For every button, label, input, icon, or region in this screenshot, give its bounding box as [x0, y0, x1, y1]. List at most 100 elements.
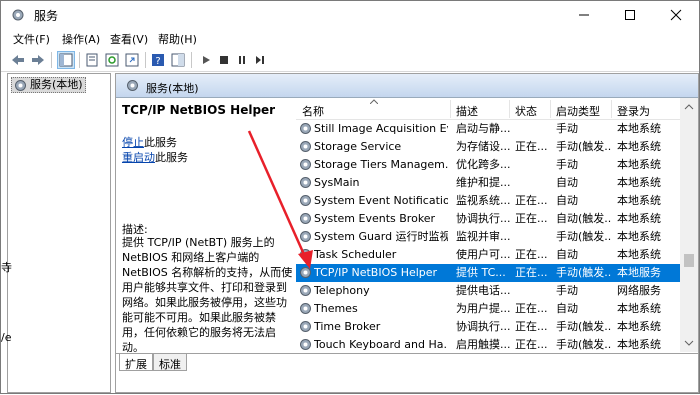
restart-service-link[interactable]: 重启动	[122, 151, 155, 164]
cell-status: 正在...	[515, 194, 548, 207]
tree-item-services-local[interactable]: 服务(本地)	[11, 77, 86, 93]
cell-name: Still Image Acquisition Ev...	[314, 122, 448, 135]
services-gear-icon	[127, 80, 138, 91]
table-row[interactable]: System Guard 运行时监视... 监视并审... 手动(触发... 本地系统	[296, 228, 680, 246]
table-row[interactable]: Telephony 提供电话... 手动 网络服务	[296, 282, 680, 300]
selected-service-name: TCP/IP NetBIOS Helper	[122, 103, 276, 117]
properties-button[interactable]	[83, 51, 101, 69]
menu-help[interactable]: 帮助(H)	[158, 31, 197, 47]
column-header-status[interactable]: 状态	[515, 103, 537, 119]
export-list-button[interactable]	[123, 51, 141, 69]
column-header-log-on-as[interactable]: 登录为	[617, 103, 650, 119]
cell-desc: 优化跨多...	[456, 158, 510, 171]
tab-standard[interactable]: 标准	[153, 354, 187, 371]
minimize-button[interactable]	[561, 1, 607, 29]
column-header-startup-type[interactable]: 启动类型	[556, 103, 600, 119]
cell-startup: 自动	[556, 176, 578, 189]
offscreen-text-fragment-2: /e	[1, 331, 12, 344]
menu-action[interactable]: 操作(A)	[62, 31, 100, 47]
forward-button[interactable]	[29, 51, 47, 69]
vertical-scrollbar[interactable]	[680, 98, 698, 352]
cell-name: Themes	[314, 302, 358, 315]
cell-startup: 手动	[556, 158, 578, 171]
restart-service-button[interactable]	[251, 51, 269, 69]
cell-startup: 自动	[556, 302, 578, 315]
refresh-button[interactable]	[103, 51, 121, 69]
help-icon: ?	[152, 54, 164, 67]
forward-arrow-icon	[32, 55, 44, 65]
cell-logon: 本地系统	[617, 212, 661, 225]
cell-name: System Event Notification...	[314, 194, 448, 207]
cell-logon: 本地系统	[617, 320, 661, 333]
console-tree: 服务(本地)	[7, 73, 111, 393]
mmc-view-button[interactable]	[169, 51, 187, 69]
table-row[interactable]: Still Image Acquisition Ev... 启动与静... 手动 本地…	[296, 120, 680, 138]
service-gear-icon	[300, 231, 311, 242]
cell-desc: 启动与静...	[456, 122, 510, 135]
maximize-icon	[625, 10, 635, 20]
cell-logon: 网络服务	[617, 284, 661, 297]
table-row[interactable]: Touch Keyboard and Ha... 启用触摸... 正在... 手动(触…	[296, 336, 680, 352]
cell-startup: 自动(触发...	[556, 212, 612, 225]
tab-extended[interactable]: 扩展	[119, 354, 153, 371]
stop-service-link[interactable]: 停止	[122, 136, 144, 149]
offscreen-text-fragment: 寺	[1, 261, 12, 274]
back-button[interactable]	[9, 51, 27, 69]
menu-view[interactable]: 查看(V)	[110, 31, 148, 47]
cell-desc: 为存储设...	[456, 140, 510, 153]
column-header-name[interactable]: 名称	[302, 103, 324, 119]
cell-status: 正在...	[515, 140, 548, 153]
cell-logon: 本地系统	[617, 176, 661, 189]
table-row[interactable]: Task Scheduler 使用户可... 正在... 自动 本地系统	[296, 246, 680, 264]
scroll-down-icon[interactable]	[684, 340, 694, 346]
show-hide-console-tree-button[interactable]	[57, 51, 75, 69]
cell-startup: 手动	[556, 122, 578, 135]
cell-name: System Guard 运行时监视...	[314, 230, 448, 243]
restart-icon	[256, 56, 264, 64]
table-row[interactable]: Time Broker 协调执行... 正在... 手动(触发... 本地系统	[296, 318, 680, 336]
cell-name: Touch Keyboard and Ha...	[314, 338, 448, 351]
menu-file[interactable]: 文件(F)	[13, 31, 50, 47]
service-gear-icon	[300, 303, 311, 314]
help-button[interactable]: ?	[149, 51, 167, 69]
cell-desc: 启用触摸...	[456, 338, 510, 351]
table-row[interactable]: System Event Notification... 监视系统... 正在...…	[296, 192, 680, 210]
svg-text:?: ?	[155, 56, 160, 67]
scrollbar-thumb[interactable]	[684, 254, 694, 267]
cell-desc: 提供 TC...	[456, 266, 506, 279]
cell-desc: 维护和提...	[456, 176, 510, 189]
cell-desc: 使用户可...	[456, 248, 510, 261]
cell-status: 正在...	[515, 302, 548, 315]
services-gear-icon	[15, 80, 26, 91]
cell-desc: 为用户提...	[456, 302, 510, 315]
cell-startup: 手动(触发...	[556, 230, 612, 243]
stop-service-button[interactable]	[215, 51, 233, 69]
cell-status: 正在...	[515, 248, 548, 261]
view-tabs: 扩展 标准	[116, 353, 698, 372]
table-row[interactable]: System Events Broker 协调执行... 正在... 自动(触发...…	[296, 210, 680, 228]
cell-logon: 本地系统	[617, 338, 661, 351]
service-gear-icon	[300, 195, 311, 206]
table-row[interactable]: SysMain 维护和提... 自动 本地系统	[296, 174, 680, 192]
table-row[interactable]: Storage Service 为存储设... 正在... 手动(触发... 本地系统	[296, 138, 680, 156]
restart-service-suffix: 此服务	[155, 151, 188, 164]
maximize-button[interactable]	[607, 1, 653, 29]
table-row[interactable]: TCP/IP NetBIOS Helper 提供 TC... 正在... 手动(触发.…	[296, 264, 680, 282]
cell-desc: 监视并审...	[456, 230, 510, 243]
properties-icon	[86, 53, 98, 67]
console-tree-icon	[59, 53, 73, 67]
table-row[interactable]: Themes 为用户提... 正在... 自动 本地系统	[296, 300, 680, 318]
column-header-description[interactable]: 描述	[456, 103, 478, 119]
cell-name: TCP/IP NetBIOS Helper	[314, 266, 438, 279]
pause-service-button[interactable]	[233, 51, 251, 69]
cell-startup: 手动	[556, 284, 578, 297]
start-service-button[interactable]	[197, 51, 215, 69]
close-button[interactable]	[653, 1, 699, 29]
cell-name: Storage Service	[314, 140, 402, 153]
cell-logon: 本地系统	[617, 122, 661, 135]
services-panel: 服务(本地) TCP/IP NetBIOS Helper 停止此服务 重启动此服…	[115, 73, 699, 393]
table-row[interactable]: Storage Tiers Managem... 优化跨多... 手动 本地系统	[296, 156, 680, 174]
cell-status: 正在...	[515, 266, 548, 279]
cell-logon: 本地系统	[617, 158, 661, 171]
scroll-up-icon[interactable]	[684, 104, 694, 110]
